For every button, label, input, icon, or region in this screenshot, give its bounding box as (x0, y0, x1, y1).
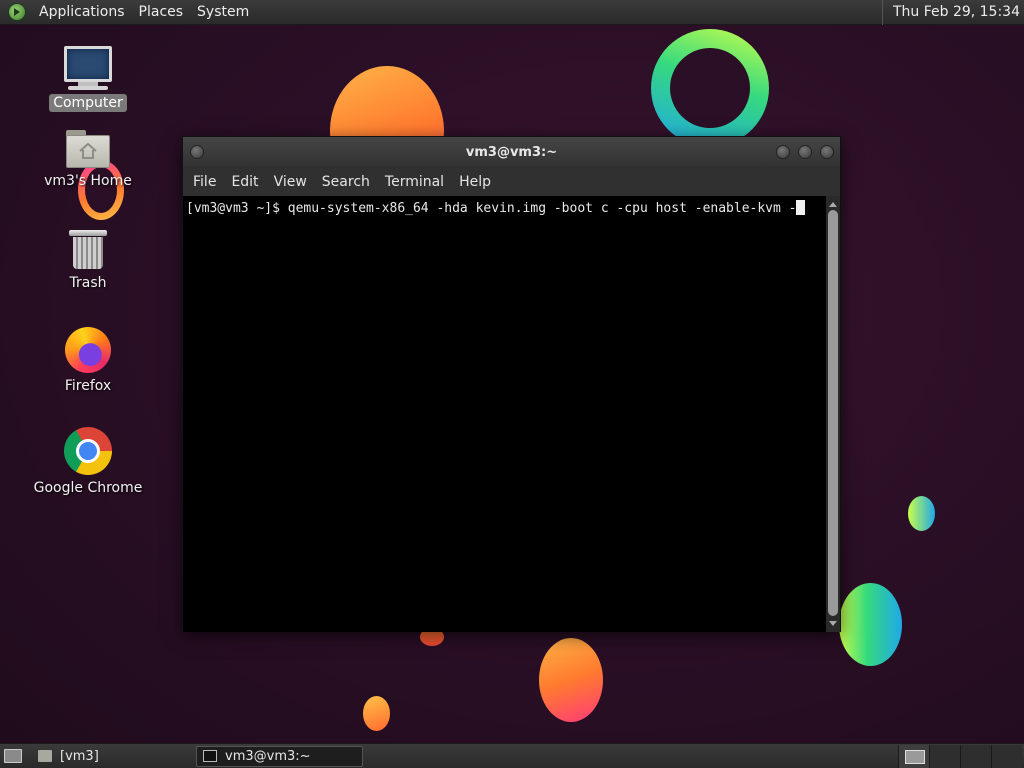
clock[interactable]: Thu Feb 29, 15:34 (881, 0, 1024, 25)
scroll-up-arrow-icon[interactable] (829, 202, 837, 207)
menu-terminal[interactable]: Terminal (379, 174, 450, 190)
wallpaper-green-oval (839, 583, 902, 666)
desktop-icon-label: Firefox (64, 378, 112, 394)
desktop-icon-home[interactable]: vm3's Home (23, 130, 153, 190)
text-cursor (796, 200, 806, 215)
workspace-3[interactable] (960, 744, 991, 768)
taskbar-item-label: vm3@vm3:~ (225, 748, 311, 764)
wallpaper-small-green-oval (908, 496, 935, 531)
shell-prompt: [vm3@vm3 ~]$ (186, 201, 288, 216)
show-desktop-icon[interactable] (4, 749, 22, 763)
taskbar-item-terminal[interactable]: vm3@vm3:~ (196, 745, 363, 767)
menu-places[interactable]: Places (132, 0, 191, 25)
terminal-window: vm3@vm3:~ File Edit View Search Terminal… (182, 136, 841, 632)
menu-edit[interactable]: Edit (225, 174, 264, 190)
taskbar-item-folder[interactable]: [vm3] (32, 746, 192, 767)
desktop-icon-computer[interactable]: Computer (23, 46, 153, 112)
workspace-4[interactable] (991, 744, 1022, 768)
wallpaper-orange-oval (539, 638, 603, 722)
desktop-icon-trash[interactable]: Trash (23, 230, 153, 292)
window-title: vm3@vm3:~ (465, 144, 558, 160)
menu-help[interactable]: Help (453, 174, 497, 190)
command-text: qemu-system-x86_64 -hda kevin.img -boot … (287, 201, 797, 216)
command-line: [vm3@vm3 ~]$ qemu-system-x86_64 -hda kev… (183, 196, 827, 220)
wallpaper-small-orange-oval (363, 696, 390, 731)
scroll-down-arrow-icon[interactable] (829, 621, 837, 626)
terminal-scrollbar[interactable] (826, 196, 840, 632)
workspace-2[interactable] (929, 744, 960, 768)
wallpaper-green-ring (651, 29, 769, 147)
terminal-icon (203, 750, 217, 762)
workspace-1[interactable] (898, 744, 929, 768)
top-panel: Applications Places System Thu Feb 29, 1… (0, 0, 1024, 25)
bottom-panel: [vm3] vm3@vm3:~ (0, 743, 1024, 768)
computer-icon (64, 46, 112, 90)
firefox-icon (65, 327, 111, 373)
desktop-icon-label: Computer (49, 94, 127, 112)
close-button[interactable] (820, 145, 834, 159)
menu-search[interactable]: Search (316, 174, 376, 190)
maximize-button[interactable] (798, 145, 812, 159)
desktop-icon-chrome[interactable]: Google Chrome (23, 427, 153, 497)
desktop-icon-label: vm3's Home (44, 173, 132, 189)
menu-system[interactable]: System (190, 0, 256, 25)
chrome-icon (64, 427, 112, 475)
menu-file[interactable]: File (187, 174, 222, 190)
trash-icon (69, 230, 107, 270)
taskbar-item-label: [vm3] (60, 748, 99, 764)
folder-icon (38, 750, 52, 762)
title-bar[interactable]: vm3@vm3:~ (183, 137, 840, 167)
desktop-icon-label: Trash (69, 275, 107, 291)
window-menu-button[interactable] (190, 145, 204, 159)
desktop-icon-firefox[interactable]: Firefox (23, 327, 153, 395)
workspace-switcher (898, 744, 1022, 768)
terminal-output[interactable]: [vm3@vm3 ~]$ qemu-system-x86_64 -hda kev… (183, 196, 827, 632)
scrollbar-thumb[interactable] (828, 210, 838, 616)
desktop-icon-label: Google Chrome (33, 480, 143, 496)
home-folder-icon (66, 130, 110, 168)
menu-applications[interactable]: Applications (32, 0, 132, 25)
minimize-button[interactable] (776, 145, 790, 159)
terminal-menu-bar: File Edit View Search Terminal Help (183, 167, 840, 196)
applications-logo-icon[interactable] (8, 3, 26, 21)
menu-view[interactable]: View (268, 174, 313, 190)
